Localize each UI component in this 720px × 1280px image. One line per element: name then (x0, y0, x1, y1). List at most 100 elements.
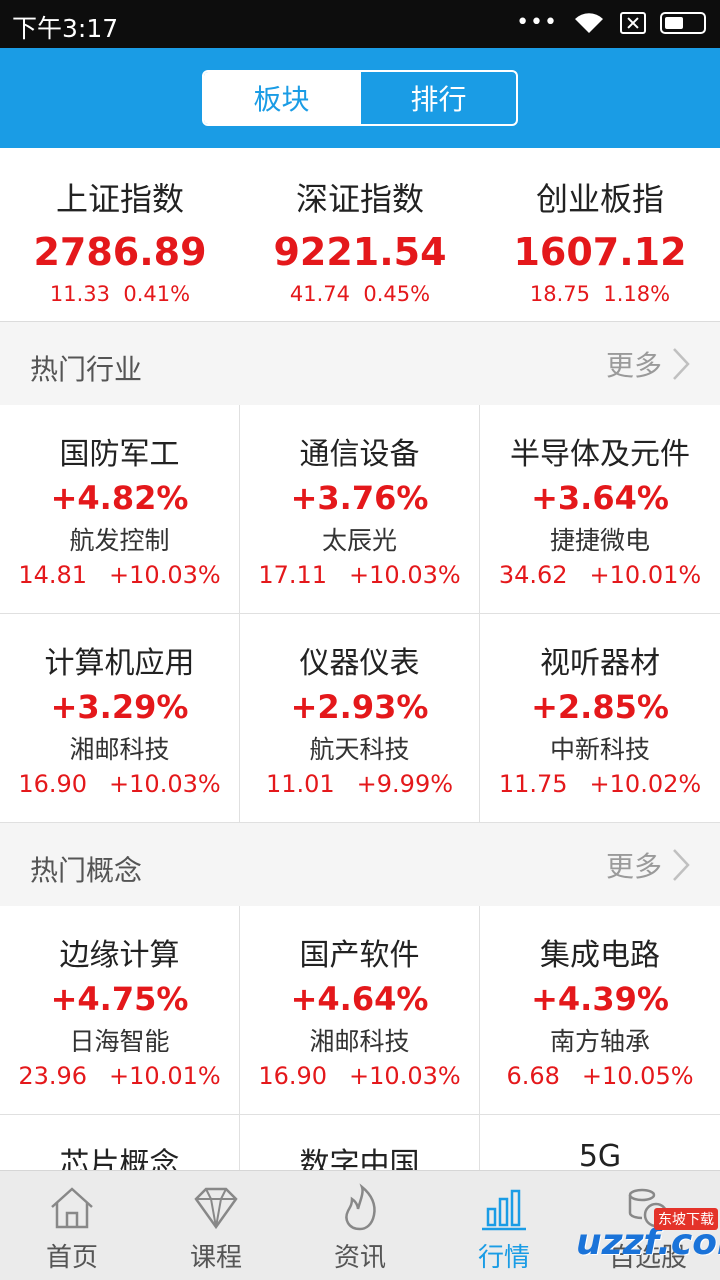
stock-change: +10.01% (109, 1062, 221, 1090)
leading-stock: 中新科技 (549, 735, 650, 764)
nav-label: 首页 (45, 1243, 98, 1273)
section-title: 热门行业 (30, 353, 143, 386)
sector-name: 边缘计算 (59, 938, 180, 973)
leading-stock: 湘邮科技 (309, 1027, 410, 1056)
stock-change: +10.01% (589, 561, 702, 589)
nav-label: 行情 (477, 1243, 530, 1273)
index-name: 深证指数 (295, 180, 424, 218)
sector-change: +4.75% (50, 980, 189, 1018)
industry-card[interactable]: 计算机应用 +3.29% 湘邮科技 16.90 +10.03% (0, 614, 240, 823)
industry-card[interactable]: 国防军工 +4.82% 航发控制 14.81 +10.03% (0, 405, 240, 614)
nav-label: 课程 (189, 1243, 242, 1273)
more-concepts-link[interactable]: 更多 (606, 845, 690, 885)
diamond-icon (194, 1187, 238, 1230)
industry-card[interactable]: 通信设备 +3.76% 太辰光 17.11 +10.03% (240, 405, 480, 614)
sector-change: +3.29% (50, 688, 189, 726)
sector-change: +4.39% (531, 980, 669, 1018)
concept-card[interactable]: 边缘计算 +4.75% 日海智能 23.96 +10.01% (0, 906, 240, 1115)
stock-change: +10.03% (349, 1062, 461, 1090)
segmented-control: 板块 排行 (202, 70, 518, 126)
stock-change: +10.02% (589, 770, 702, 798)
stock-price: 16.90 (258, 1062, 328, 1090)
chevron-right-icon (673, 849, 690, 881)
index-value: 1607.12 (513, 230, 687, 274)
sector-change: +4.82% (50, 479, 189, 517)
stock-price: 6.68 (506, 1062, 560, 1090)
stock-change: +9.99% (356, 770, 454, 798)
hot-industries-header: 热门行业 更多 (0, 322, 720, 406)
stock-price: 17.11 (258, 561, 328, 589)
stock-change: +10.03% (109, 770, 221, 798)
nav-market[interactable]: 行情 (432, 1171, 576, 1280)
leading-stock: 日海智能 (69, 1027, 170, 1056)
tab-sectors[interactable]: 板块 (204, 72, 359, 124)
hot-industries-grid: 国防军工 +4.82% 航发控制 14.81 +10.03% 通信设备 +3.76… (0, 405, 720, 823)
flame-icon (345, 1183, 376, 1231)
sector-change: +3.64% (531, 479, 669, 517)
sector-name: 计算机应用 (44, 646, 195, 681)
more-industries-link[interactable]: 更多 (606, 344, 690, 384)
header: 板块 排行 (0, 48, 720, 148)
sector-change: +3.76% (290, 479, 429, 517)
stock-price: 11.75 (498, 770, 568, 798)
index-change: 18.75 1.18% (529, 282, 671, 306)
sector-name: 国产软件 (299, 938, 420, 973)
tab-ranking[interactable]: 排行 (359, 72, 516, 124)
index-name: 上证指数 (55, 180, 184, 218)
stock-price: 16.90 (18, 770, 88, 798)
sector-name: 半导体及元件 (510, 437, 690, 472)
stock-price: 14.81 (18, 561, 88, 589)
stock-change: +10.03% (349, 561, 461, 589)
more-dots-icon: ••• (516, 10, 558, 35)
sector-name: 国防军工 (59, 437, 180, 472)
concept-card[interactable]: 集成电路 +4.39% 南方轴承 6.68 +10.05% (480, 906, 720, 1115)
leading-stock: 捷捷微电 (549, 526, 650, 555)
more-label: 更多 (605, 850, 662, 883)
stock-change: +10.05% (581, 1062, 694, 1090)
leading-stock: 太辰光 (321, 526, 397, 555)
wifi-icon (575, 12, 603, 33)
index-value: 2786.89 (33, 230, 207, 274)
sector-name: 仪器仪表 (299, 646, 420, 681)
no-sim-icon (620, 11, 646, 34)
battery-icon (660, 11, 706, 34)
stock-price: 34.62 (498, 561, 568, 589)
coins-icon (628, 1188, 669, 1228)
industry-card[interactable]: 半导体及元件 +3.64% 捷捷微电 34.62 +10.01% (480, 405, 720, 614)
home-icon (51, 1187, 93, 1229)
leading-stock: 南方轴承 (549, 1027, 650, 1056)
sector-name: 视听器材 (540, 646, 660, 681)
sector-name: 5G (578, 1139, 622, 1174)
sector-name: 集成电路 (540, 938, 660, 973)
index-chinext[interactable]: 创业板指 1607.12 18.75 1.18% (480, 148, 720, 321)
stock-price: 11.01 (265, 770, 335, 798)
leading-stock: 湘邮科技 (69, 735, 170, 764)
concept-card[interactable]: 国产软件 +4.64% 湘邮科技 16.90 +10.03% (240, 906, 480, 1115)
sector-name: 通信设备 (299, 437, 420, 472)
nav-news[interactable]: 资讯 (288, 1171, 432, 1280)
nav-label: 资讯 (333, 1243, 386, 1273)
industry-card[interactable]: 视听器材 +2.85% 中新科技 11.75 +10.02% (480, 614, 720, 823)
section-title: 热门概念 (30, 854, 143, 887)
nav-home[interactable]: 首页 (0, 1171, 144, 1280)
market-indices: 上证指数 2786.89 11.33 0.41% 深证指数 9221.54 41… (0, 148, 720, 322)
nav-label: 自选股 (608, 1243, 687, 1273)
sector-change: +2.93% (290, 688, 429, 726)
nav-watchlist[interactable]: 自选股 (576, 1171, 720, 1280)
stock-change: +10.03% (109, 561, 221, 589)
index-change: 41.74 0.45% (289, 282, 431, 306)
index-shanghai[interactable]: 上证指数 2786.89 11.33 0.41% (0, 148, 240, 321)
more-label: 更多 (605, 349, 662, 382)
nav-courses[interactable]: 课程 (144, 1171, 288, 1280)
leading-stock: 航发控制 (69, 526, 170, 555)
index-name: 创业板指 (535, 180, 664, 218)
sector-change: +2.85% (531, 688, 669, 726)
bottom-nav: 首页 课程 资讯 行情 自选股 (0, 1170, 720, 1280)
index-shenzhen[interactable]: 深证指数 9221.54 41.74 0.45% (240, 148, 480, 321)
leading-stock: 航天科技 (309, 735, 410, 764)
index-change: 11.33 0.41% (49, 282, 191, 306)
status-time: 下午3:17 (12, 14, 119, 43)
industry-card[interactable]: 仪器仪表 +2.93% 航天科技 11.01 +9.99% (240, 614, 480, 823)
status-icons: ••• (516, 10, 706, 35)
sector-change: +4.64% (290, 980, 429, 1018)
